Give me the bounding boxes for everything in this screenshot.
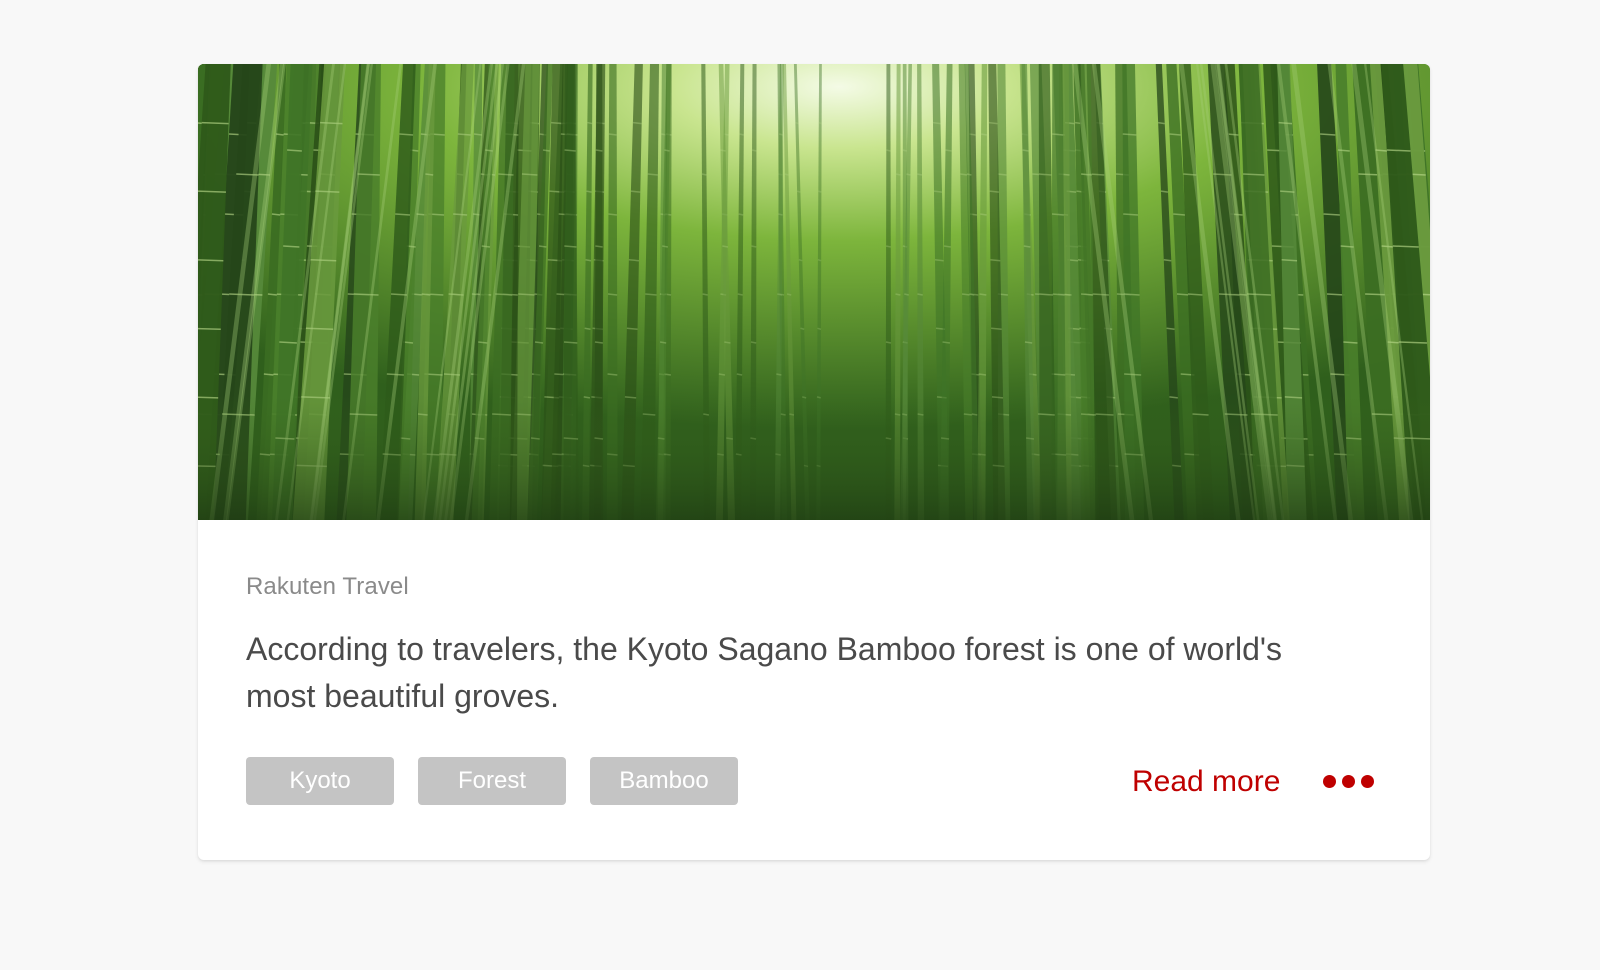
dot bbox=[1360, 774, 1374, 788]
bamboo-forest-image bbox=[198, 64, 1430, 520]
tag-forest[interactable]: Forest bbox=[418, 757, 566, 805]
read-more-link[interactable]: Read more bbox=[1132, 760, 1280, 804]
tag-kyoto[interactable]: Kyoto bbox=[246, 757, 394, 805]
tag-bamboo[interactable]: Bamboo bbox=[590, 757, 738, 805]
tag-list: Kyoto Forest Bamboo bbox=[246, 757, 738, 805]
dot bbox=[1322, 774, 1336, 788]
article-headline[interactable]: According to travelers, the Kyoto Sagano… bbox=[246, 626, 1356, 720]
dot bbox=[1341, 774, 1355, 788]
more-dots-icon[interactable] bbox=[1318, 766, 1378, 796]
article-card[interactable]: Rakuten Travel According to travelers, t… bbox=[198, 64, 1430, 860]
article-source: Rakuten Travel bbox=[246, 573, 409, 600]
